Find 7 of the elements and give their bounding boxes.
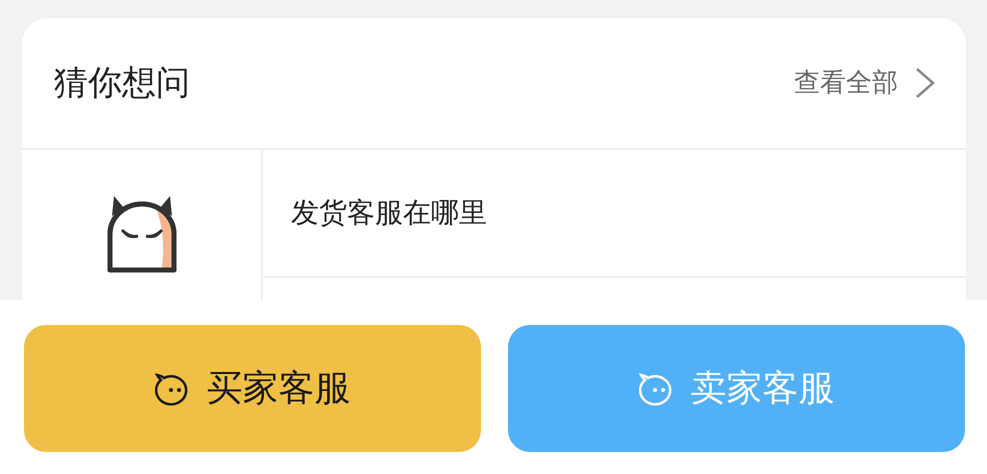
view-all-link[interactable]: 查看全部: [794, 64, 936, 102]
customer-service-button[interactable]: 买家客服: [24, 325, 481, 452]
chevron-right-icon: [914, 66, 936, 100]
smiley-chat-icon: [154, 372, 190, 406]
question-link[interactable]: 发货客服在哪里: [291, 192, 487, 234]
smiley-chat-icon: [638, 372, 674, 406]
section-title: 猜你想问: [54, 62, 190, 104]
